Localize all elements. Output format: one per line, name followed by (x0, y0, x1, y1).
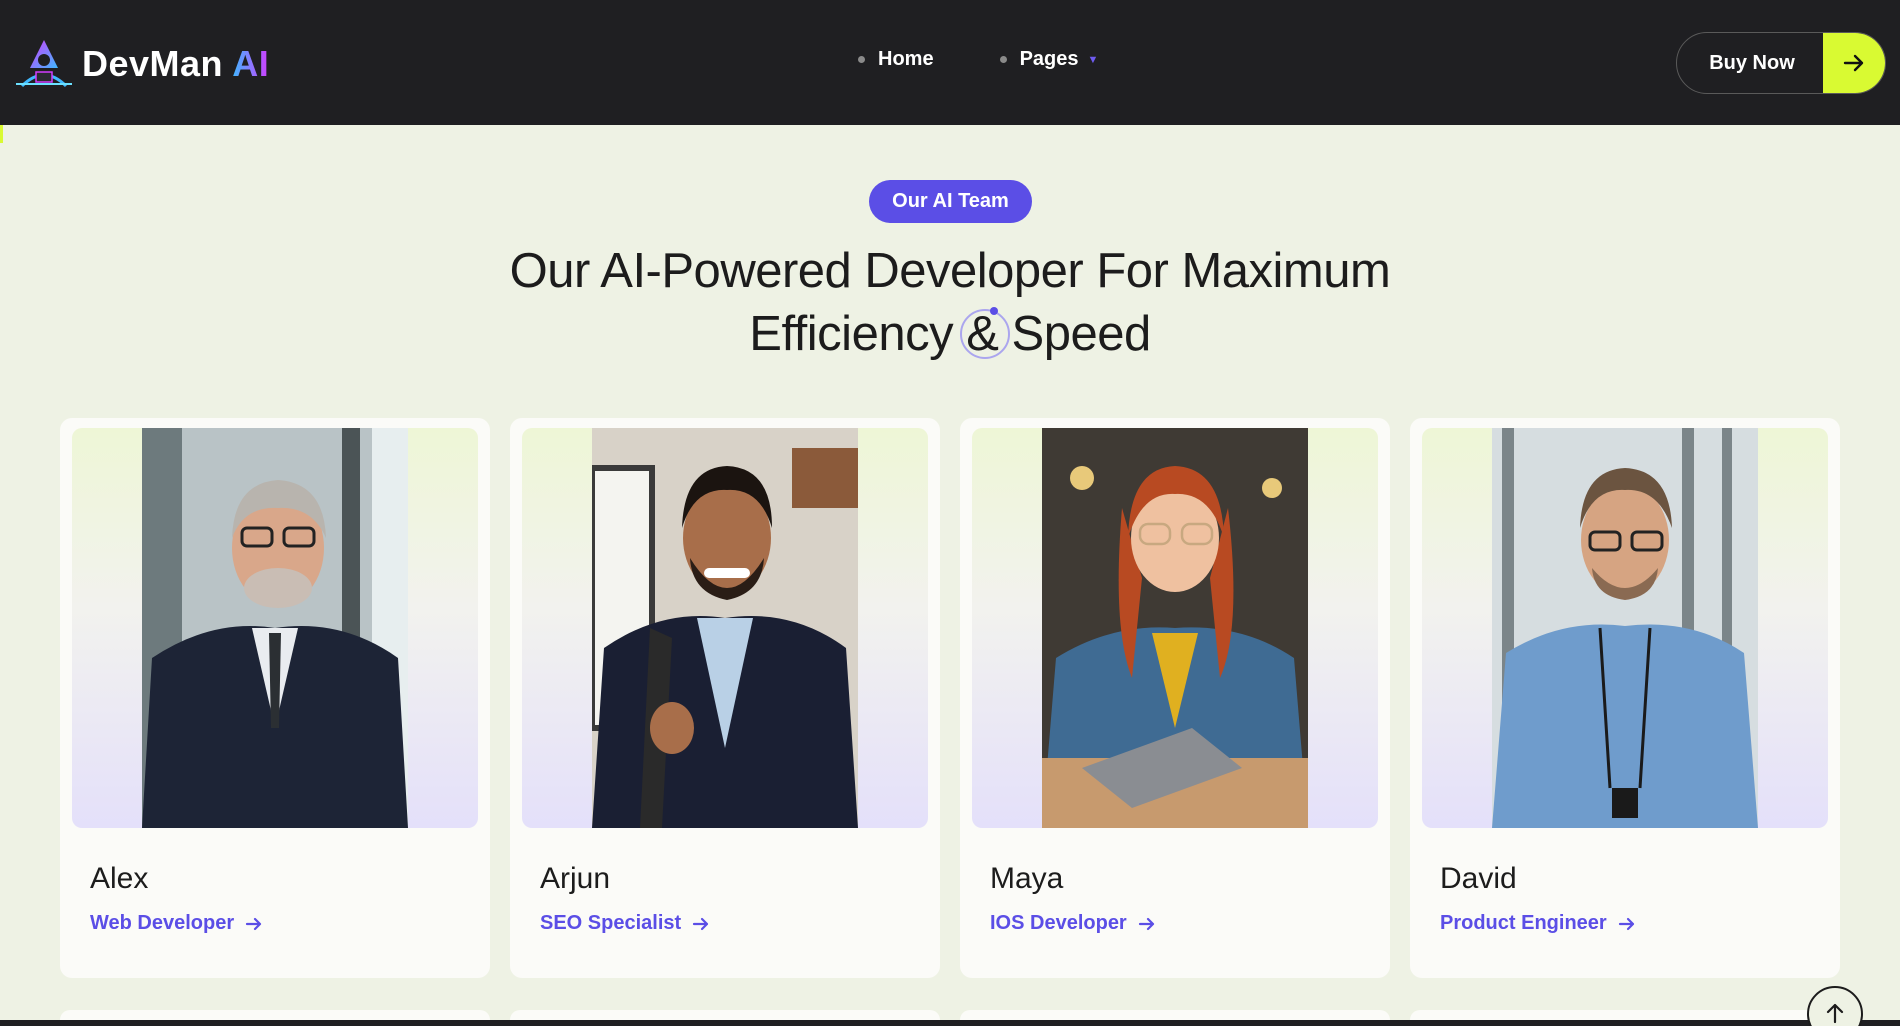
member-role: Product Engineer (1440, 912, 1607, 934)
title-word-efficiency: Efficiency (749, 307, 954, 361)
member-role-link[interactable]: IOS Developer (990, 912, 1157, 935)
portrait-image (1042, 428, 1308, 828)
member-name: David (1440, 862, 1517, 895)
section-badge: Our AI Team (869, 180, 1032, 223)
member-role-link[interactable]: SEO Specialist (540, 912, 711, 935)
team-photo (522, 428, 928, 828)
member-role: SEO Specialist (540, 912, 682, 934)
next-card-edge (60, 1010, 490, 1020)
logo[interactable]: DevMan AI (14, 38, 269, 90)
scroll-to-top-button[interactable] (1807, 986, 1863, 1026)
main-nav: Home Pages ▼ (858, 48, 1098, 71)
title-line-1: Our AI-Powered Developer For Maximum (509, 244, 1391, 298)
orbit-ring-icon (960, 309, 1011, 359)
nav-item-pages[interactable]: Pages ▼ (999, 48, 1099, 71)
bottom-bar (0, 1020, 1900, 1026)
member-role-link[interactable]: Product Engineer (1440, 912, 1637, 935)
next-card-edge (1410, 1010, 1840, 1020)
hacker-logo-icon (16, 40, 72, 88)
logo-text: DevMan AI (82, 43, 270, 84)
arrow-right-icon (1618, 917, 1634, 930)
portrait-image (1492, 428, 1758, 828)
arrow-up-icon (1826, 1003, 1844, 1024)
team-card-arjun: Arjun SEO Specialist (510, 418, 940, 978)
accent-strip (0, 125, 3, 143)
team-card-david: David Product Engineer (1410, 418, 1840, 978)
arrow-right-icon (1823, 33, 1885, 93)
portrait-image (592, 428, 858, 828)
section-title: Our AI-Powered Developer For Maximum Eff… (350, 240, 1550, 366)
portrait-image (142, 428, 408, 828)
member-role: Web Developer (90, 912, 235, 934)
nav-item-home[interactable]: Home (858, 48, 934, 71)
nav-label: Pages (1019, 48, 1079, 70)
title-word-speed: Speed (1011, 307, 1152, 361)
arrow-right-icon (1138, 917, 1154, 930)
member-role: IOS Developer (990, 912, 1127, 934)
member-name: Maya (990, 862, 1064, 895)
member-name: Alex (90, 862, 149, 895)
ampersand-decoration: & (960, 303, 1011, 366)
team-photo (972, 428, 1378, 828)
next-card-edge (510, 1010, 940, 1020)
buy-now-button[interactable]: Buy Now (1676, 32, 1886, 94)
team-photo (1422, 428, 1828, 828)
bullet-icon (858, 56, 865, 63)
arrow-right-icon (246, 917, 262, 930)
team-card-alex: Alex Web Developer (60, 418, 490, 978)
next-card-edge (960, 1010, 1390, 1020)
team-photo (72, 428, 478, 828)
bullet-icon (999, 56, 1007, 63)
arrow-right-icon (693, 917, 709, 930)
nav-label: Home (878, 48, 934, 70)
member-role-link[interactable]: Web Developer (90, 912, 264, 935)
chevron-down-icon: ▼ (1087, 53, 1099, 66)
site-header: DevMan AI Home Pages ▼ Buy Now (0, 0, 1900, 125)
buy-now-label: Buy Now (1709, 51, 1795, 74)
team-card-maya: Maya IOS Developer (960, 418, 1390, 978)
member-name: Arjun (540, 862, 611, 895)
